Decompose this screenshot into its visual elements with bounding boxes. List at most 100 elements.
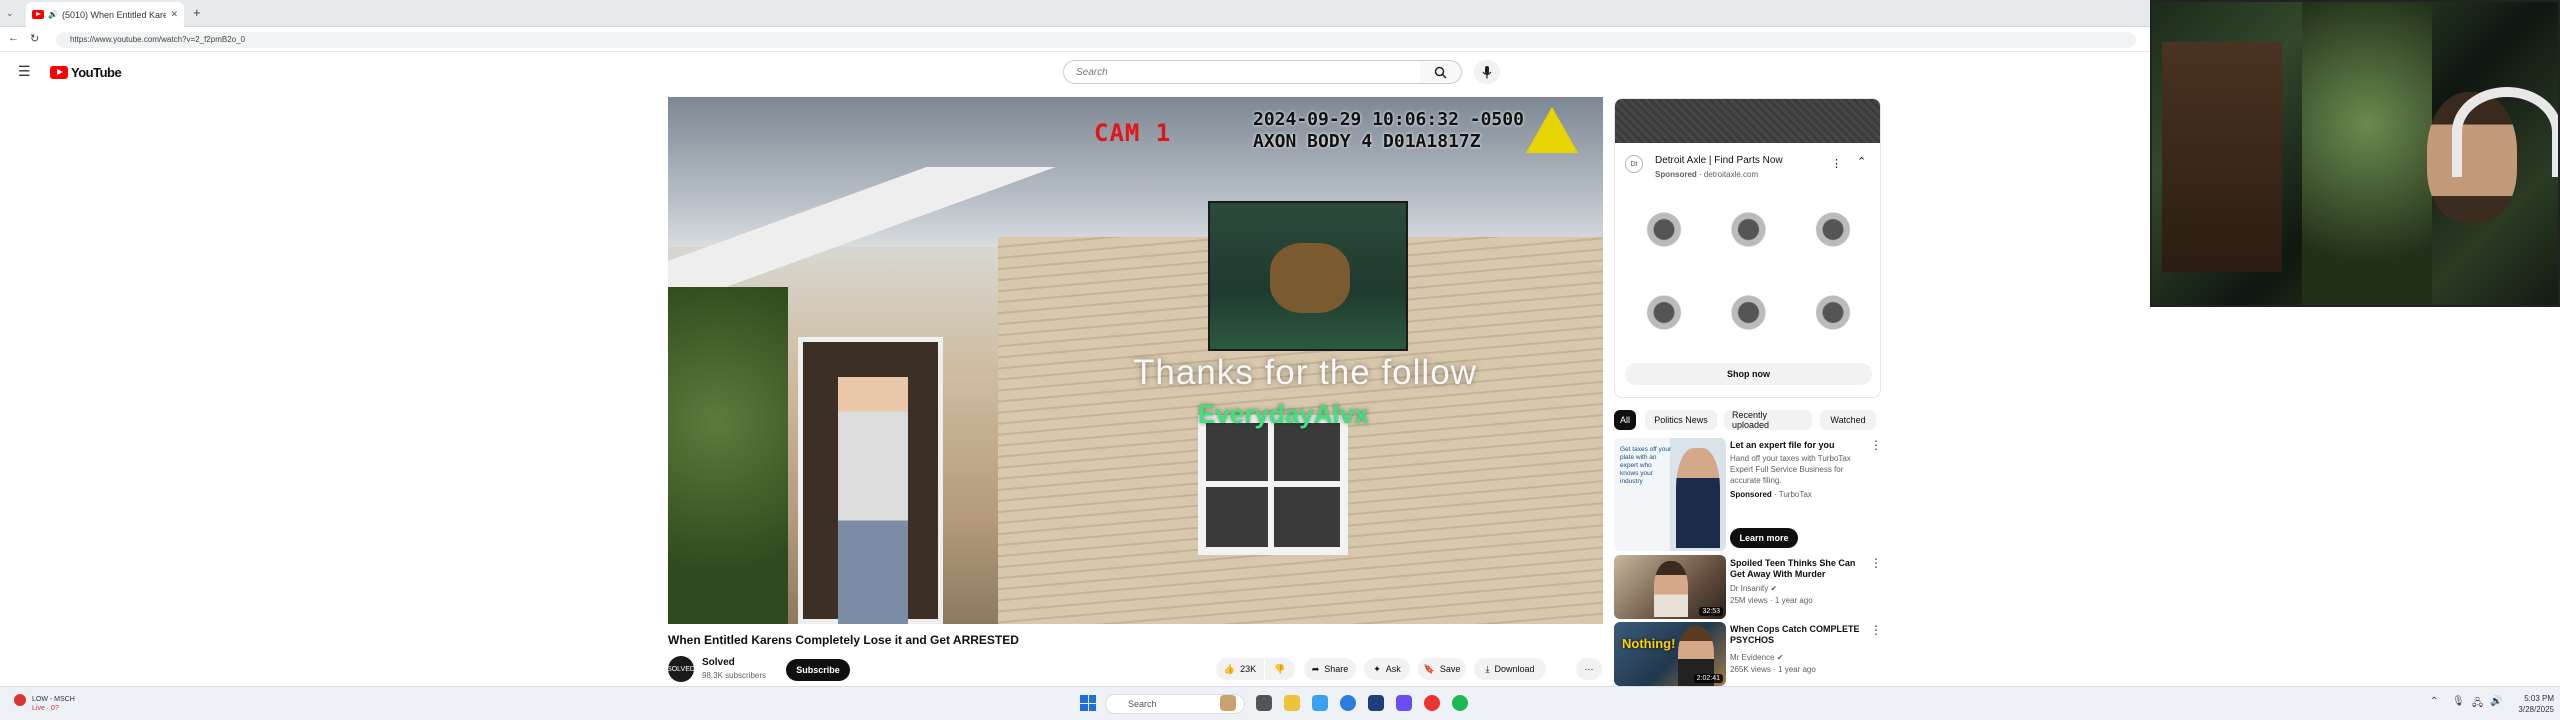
- chrome-icon[interactable]: [1340, 695, 1356, 711]
- menu-icon[interactable]: ☰: [18, 63, 31, 80]
- close-tab-icon[interactable]: ✕: [170, 9, 178, 20]
- bodycam-timestamp: 2024-09-29 10:06:32 -0500: [1253, 109, 1524, 130]
- recommended-title[interactable]: Spoiled Teen Thinks She Can Get Away Wit…: [1730, 558, 1860, 580]
- video-duration: 32:53: [1699, 607, 1723, 616]
- app-icon[interactable]: [1396, 695, 1412, 711]
- advertiser-name[interactable]: Detroit Axle | Find Parts Now: [1655, 155, 1783, 166]
- more-vert-icon[interactable]: ⋮: [1870, 556, 1882, 570]
- url-field[interactable]: https://www.youtube.com/watch?v=2_f2pmB2…: [56, 32, 2136, 48]
- stream-widget-icon[interactable]: [14, 694, 26, 706]
- search-input[interactable]: Search: [1063, 60, 1421, 84]
- back-icon[interactable]: ←: [8, 32, 19, 44]
- sponsored-label: Sponsored: [1730, 490, 1772, 499]
- recommended-title[interactable]: When Cops Catch COMPLETE PSYCHOS: [1730, 624, 1860, 646]
- more-vert-icon[interactable]: ⋮: [1870, 623, 1882, 637]
- browser-tab-youtube[interactable]: 🔊 (5010) When Entitled Karens ✕: [26, 2, 184, 27]
- recommended-description-1: Hand off your taxes with TurboTax: [1730, 454, 1851, 463]
- tray-mic-icon[interactable]: 🎙: [2452, 696, 2465, 707]
- start-button[interactable]: [1080, 695, 1096, 711]
- download-label: Download: [1494, 664, 1535, 674]
- recommended-views: 265K views · 1 year ago: [1730, 665, 1816, 674]
- voice-search-button[interactable]: [1474, 60, 1500, 84]
- share-button[interactable]: ➦ Share: [1304, 658, 1356, 680]
- youtube-logo[interactable]: YouTube: [50, 65, 122, 80]
- new-tab-button[interactable]: +: [193, 5, 201, 20]
- recommended-channel[interactable]: Dr Insanity ✔: [1730, 583, 1777, 594]
- channel-avatar[interactable]: SOLVED: [667, 656, 695, 682]
- axon-warning-icon: [1526, 107, 1578, 153]
- recommended-thumbnail[interactable]: 32:53: [1614, 555, 1726, 619]
- sparkle-icon: ✦: [1373, 663, 1381, 674]
- sidebar-ad[interactable]: Dt Detroit Axle | Find Parts Now Sponsor…: [1614, 98, 1881, 398]
- advertiser: TurboTax: [1778, 490, 1812, 499]
- recommended-channel[interactable]: Mr Evidence ✔: [1730, 652, 1783, 663]
- thumbs-up-icon: 👍: [1223, 663, 1236, 674]
- chip-all[interactable]: All: [1614, 410, 1636, 430]
- stream-widget-line2: Live · 0?: [32, 705, 59, 712]
- recommended-description-3: accurate filing.: [1730, 476, 1782, 485]
- spotify-icon[interactable]: [1452, 695, 1468, 711]
- ad-product-image: [1625, 191, 1704, 268]
- thumbs-down-icon: 👎: [1274, 663, 1286, 674]
- subscriber-count: 98.3K subscribers: [702, 671, 767, 680]
- ad-sponsored-line: Sponsored · detroitaxle.com: [1655, 170, 1759, 179]
- ad-product-image: [1709, 274, 1788, 351]
- follow-alert-text: Thanks for the follow: [1133, 353, 1477, 392]
- recommended-title[interactable]: Let an expert file for you: [1730, 440, 1860, 451]
- ask-button[interactable]: ✦ Ask: [1364, 658, 1410, 680]
- thumbnail-text: Nothing!: [1622, 636, 1676, 651]
- learn-more-button[interactable]: Learn more: [1730, 528, 1798, 548]
- recommended-views: 25M views · 1 year ago: [1730, 596, 1813, 605]
- youtube-logo-icon: [50, 66, 68, 79]
- verified-icon: ✔: [1770, 584, 1778, 593]
- stream-widget-line1: LOW - MSCH: [32, 696, 75, 703]
- chip-recently-uploaded[interactable]: Recently uploaded: [1724, 410, 1812, 430]
- tab-list-icon[interactable]: ⌄: [6, 8, 14, 19]
- file-explorer-icon[interactable]: [1284, 695, 1300, 711]
- subscribe-button[interactable]: Subscribe: [786, 659, 850, 681]
- save-button[interactable]: 🔖 Save: [1418, 658, 1466, 680]
- stream-widget[interactable]: LOW - MSCH Live · 0?: [32, 695, 75, 713]
- recommended-thumbnail[interactable]: Get taxes off your plate with an expert …: [1614, 438, 1726, 551]
- more-actions-button[interactable]: ⋯: [1576, 658, 1602, 680]
- video-player[interactable]: CAM 1 2024-09-29 10:06:32 -0500 AXON BOD…: [668, 97, 1603, 624]
- ask-label: Ask: [1385, 664, 1401, 674]
- headset: [2452, 87, 2558, 177]
- more-vert-icon[interactable]: ⋮: [1870, 438, 1882, 452]
- taskbar-clock[interactable]: 5:03 PM 3/28/2025: [2506, 693, 2554, 715]
- chip-politics-news[interactable]: Politics News: [1645, 410, 1717, 430]
- webcam-background-shelf: [2162, 42, 2282, 272]
- clock-date: 3/28/2025: [2518, 705, 2554, 714]
- ad-banner-image: [1615, 99, 1880, 143]
- ad-product-grid: [1625, 191, 1872, 351]
- tab-title: (5010) When Entitled Karens: [61, 9, 167, 20]
- chip-watched[interactable]: Watched: [1820, 410, 1876, 430]
- bodycam-device-id: AXON BODY 4 D01A1817Z: [1253, 131, 1481, 152]
- save-label: Save: [1439, 664, 1461, 674]
- dislike-button[interactable]: 👎: [1265, 658, 1295, 680]
- thumbnail-text: Get taxes off your plate with an expert …: [1620, 446, 1672, 485]
- ad-domain: detroitaxle.com: [1703, 170, 1759, 179]
- reload-icon[interactable]: ↻: [30, 32, 39, 45]
- volume-icon[interactable]: 🔊: [2490, 696, 2502, 707]
- tray-chevron-icon[interactable]: ⌃: [2430, 696, 2438, 707]
- task-view-icon[interactable]: [1256, 695, 1272, 711]
- store-icon[interactable]: [1368, 695, 1384, 711]
- audio-icon[interactable]: 🔊: [48, 10, 58, 19]
- ad-sponsored-label: Sponsored: [1655, 170, 1697, 179]
- channel-name[interactable]: Solved: [702, 657, 735, 668]
- channel-label: Mr Evidence: [1730, 653, 1775, 662]
- app-icon[interactable]: [1424, 695, 1440, 711]
- ad-menu-icon[interactable]: ⋮: [1831, 157, 1842, 170]
- download-icon: ⤓: [1485, 663, 1490, 674]
- edge-icon[interactable]: [1312, 695, 1328, 711]
- recommended-thumbnail[interactable]: Nothing! 2:02:41: [1614, 622, 1726, 686]
- network-icon[interactable]: 🖧: [2472, 696, 2483, 713]
- like-button[interactable]: 👍 23K: [1216, 658, 1264, 680]
- taskbar-search-label: Search: [1128, 699, 1157, 709]
- shop-now-button[interactable]: Shop now: [1625, 363, 1872, 385]
- download-button[interactable]: ⤓ Download: [1474, 658, 1546, 680]
- collapse-ad-icon[interactable]: ⌃: [1857, 155, 1866, 168]
- search-button[interactable]: [1420, 60, 1462, 84]
- windows-taskbar: LOW - MSCH Live · 0? Search ⌃ 🎙 🖧 🔊 5:03…: [0, 686, 2560, 720]
